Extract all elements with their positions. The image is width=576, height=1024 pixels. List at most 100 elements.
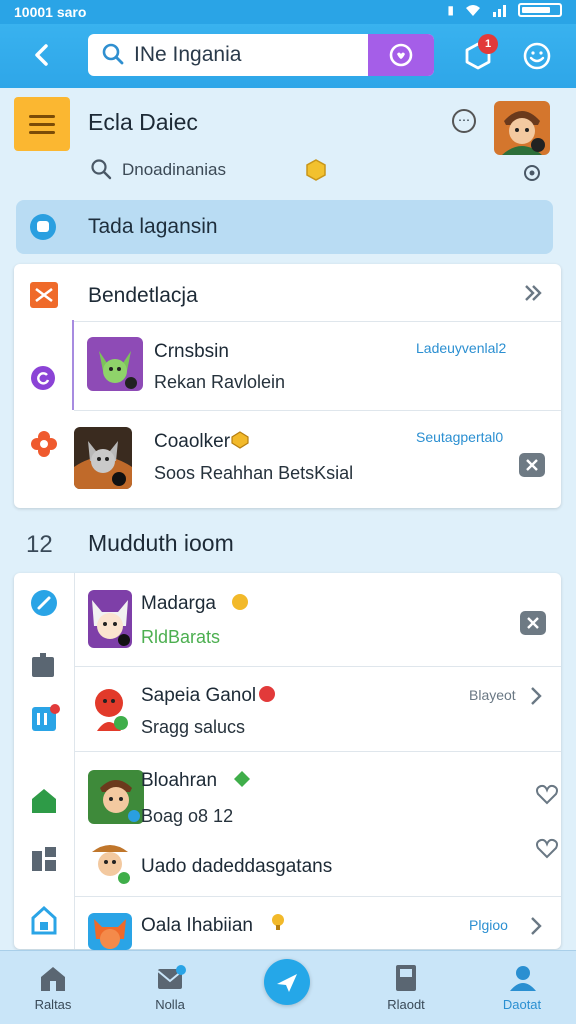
banner-text: Tada lagansin (88, 215, 218, 238)
item-tag[interactable]: Plgioo (469, 917, 508, 933)
status-icons: ▮ (447, 3, 562, 17)
back-button[interactable] (28, 38, 56, 72)
battery-icon (518, 3, 562, 17)
emoji-button[interactable] (522, 41, 552, 71)
profile-options-button[interactable]: ⋯ (452, 109, 476, 133)
item-tag[interactable]: Ladeuyvenlal2 (416, 340, 506, 356)
section-title: Mudduth ioom (88, 530, 234, 556)
avatar-boy-icon (88, 770, 144, 824)
compose-fab[interactable] (264, 959, 310, 1005)
item-tag[interactable]: Seutagpertal0 (416, 429, 503, 445)
nav-item-home[interactable]: Raltas (5, 951, 101, 1024)
list-item[interactable]: Madarga RldBarats (75, 573, 561, 666)
chevron-left-icon (35, 44, 48, 66)
item-title: Sapeia Ganol (141, 685, 257, 706)
item-title: Madarga (141, 593, 216, 614)
menu-line (29, 122, 55, 126)
item-subtitle: Sragg salucs (141, 717, 246, 737)
avatar-fox-icon (88, 913, 132, 950)
gem-icon (234, 771, 250, 787)
list-item[interactable]: Crnsbsin Rekan Ravlolein Ladeuyvenlal2 (74, 321, 561, 409)
signal-icon (493, 5, 506, 17)
item-title: Coaolker (154, 431, 231, 452)
item-subtitle: Rekan Ravlolein (154, 372, 286, 392)
house-outline-icon[interactable] (30, 905, 58, 935)
send-icon (277, 974, 297, 992)
item-avatar (87, 337, 143, 391)
nav-item-profile[interactable]: Daotat (474, 951, 570, 1024)
dismiss-button[interactable] (520, 611, 546, 635)
item-avatar (88, 838, 132, 886)
heart-outline-icon[interactable] (535, 782, 559, 806)
avatar-fox-icon (88, 590, 132, 648)
list-item[interactable]: Sapeia Ganol Sragg salucs Blayeot (75, 666, 561, 751)
home-icon (41, 967, 65, 991)
profile-icon (510, 966, 536, 991)
promo-banner[interactable]: Tada lagansin (16, 200, 553, 254)
close-icon (527, 617, 539, 629)
item-tag[interactable]: Blayeot (469, 687, 516, 703)
voice-button[interactable] (368, 34, 434, 76)
item-subtitle: Boag o8 12 (141, 806, 234, 826)
profile-name: Ecla Daiec (88, 109, 198, 135)
nav-label: Daotat (502, 997, 542, 1012)
menu-line (29, 130, 55, 134)
menu-line (29, 114, 55, 118)
nav-label: Raltas (34, 997, 72, 1012)
chevron-right-icon[interactable] (529, 685, 543, 707)
notification-badge: 1 (478, 34, 498, 54)
nav-label: Nolla (155, 997, 185, 1012)
item-subtitle: Soos Reahhan BetsKsial (154, 463, 354, 483)
item-title: Uado dadeddasgatans (141, 856, 333, 877)
location-target-icon[interactable] (522, 163, 542, 183)
medal-icon (231, 431, 249, 449)
list-item[interactable]: Bloahran Boag o8 12 Uado dadeddasgatans (75, 751, 561, 896)
nav-label: Rlaodt (387, 997, 425, 1012)
medal-icon (232, 594, 248, 610)
list-item[interactable]: Oala Ihabiian Plgioo (75, 896, 561, 950)
search-icon[interactable] (90, 158, 112, 180)
mail-icon (157, 965, 186, 989)
list-item[interactable]: Coaolker Soos Reahhan BetsKsial Seutagpe… (74, 410, 561, 508)
search-input[interactable] (134, 40, 364, 70)
home-icon[interactable] (30, 787, 58, 813)
dismiss-button[interactable] (519, 453, 545, 477)
avatar-knight-icon (74, 427, 132, 489)
card-list: Madarga RldBarats Sapeia Ganol Sragg sal… (14, 573, 561, 950)
menu-button[interactable] (14, 97, 70, 151)
puzzle-icon[interactable] (30, 651, 58, 679)
calendar-icon[interactable] (30, 703, 60, 733)
heart-outline-icon[interactable] (535, 836, 559, 860)
nav-item-library[interactable]: Rlaodt (358, 951, 454, 1024)
profile-avatar[interactable] (494, 101, 550, 155)
item-title: Bloahran (141, 770, 218, 791)
flower-icon[interactable] (30, 430, 58, 458)
item-avatar (88, 770, 144, 824)
chat-bubble-glyph (37, 221, 49, 232)
wifi-icon (466, 5, 480, 16)
search-bar[interactable] (88, 34, 434, 76)
book-icon (396, 965, 416, 991)
bottom-nav: Raltas Nolla Rlaodt Daotat (0, 950, 576, 1024)
section-icon: 12 (26, 531, 53, 558)
grid-icon[interactable] (30, 845, 58, 873)
item-avatar (88, 913, 132, 950)
item-title: Crnsbsin (154, 341, 229, 362)
mail-icon (30, 282, 58, 308)
item-avatar (74, 427, 132, 489)
chevron-right-icon[interactable] (529, 915, 543, 937)
refresh-icon[interactable] (30, 365, 56, 391)
status-time: 10001 saro (14, 4, 87, 20)
double-chevron-icon[interactable] (522, 282, 544, 304)
medal-icon (259, 686, 275, 702)
bulb-icon (272, 914, 284, 930)
avatar-mascot-icon (95, 689, 128, 731)
search-icon (102, 43, 124, 65)
chat-icon (30, 214, 56, 240)
alarm-icon: ▮ (447, 3, 454, 17)
avatar-character-icon (494, 101, 550, 155)
pen-icon[interactable] (30, 589, 58, 617)
item-subtitle: RldBarats (141, 627, 221, 647)
heart-chat-icon (389, 43, 413, 67)
nav-item-mail[interactable]: Nolla (122, 951, 218, 1024)
